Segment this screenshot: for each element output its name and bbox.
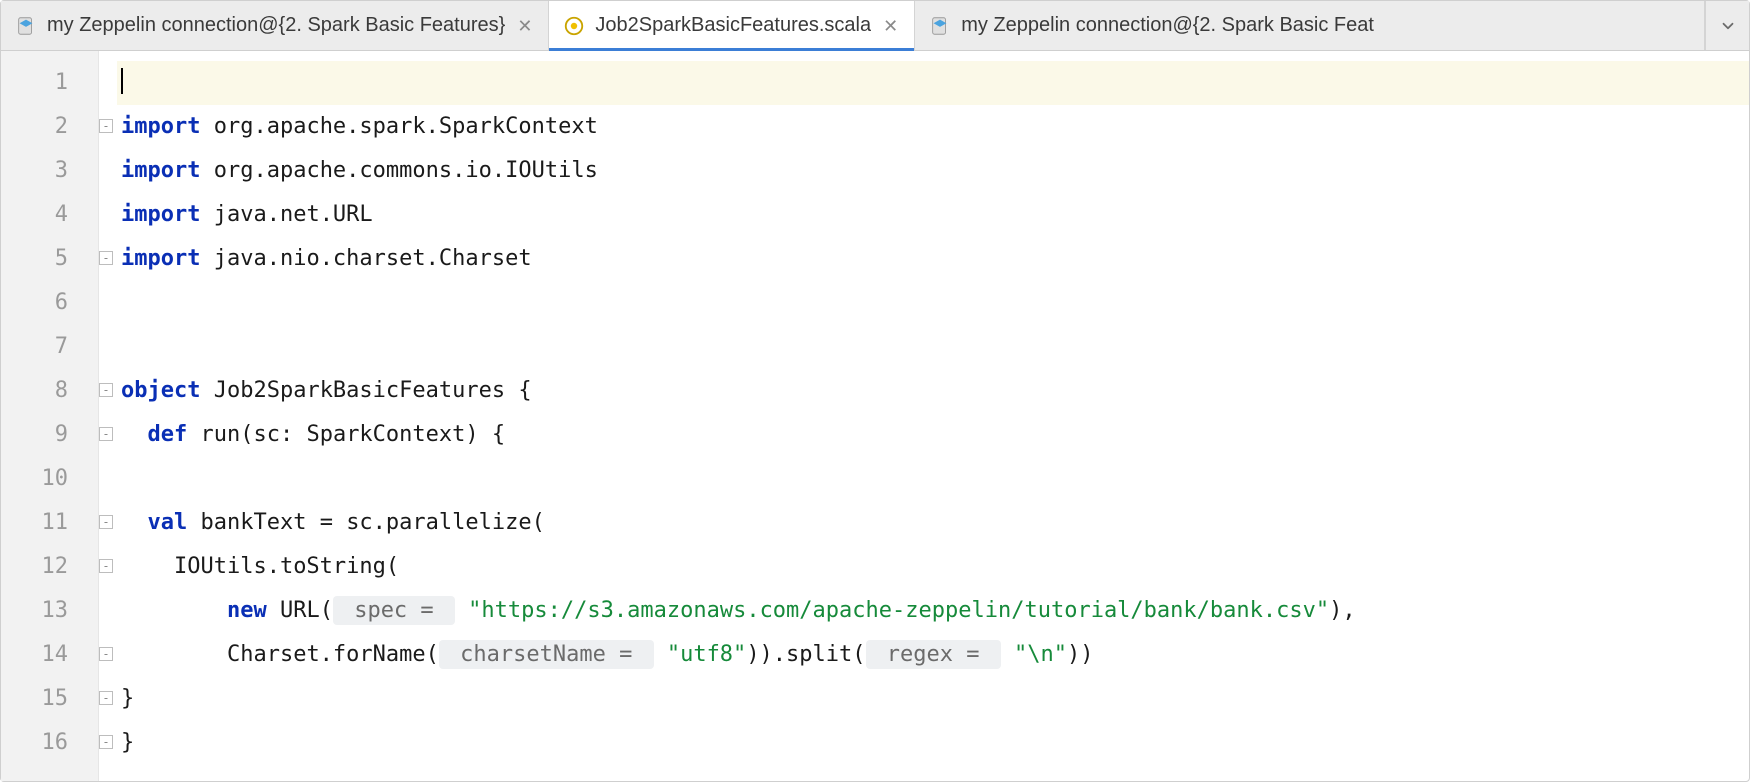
line-number: 15 xyxy=(1,677,98,721)
code-area[interactable]: import org.apache.spark.SparkContext imp… xyxy=(117,51,1749,781)
parameter-hint: regex = xyxy=(866,640,1001,669)
scala-file-icon xyxy=(563,15,585,37)
code-line[interactable] xyxy=(117,281,1749,325)
close-icon[interactable]: ✕ xyxy=(515,15,534,37)
code-line[interactable]: } xyxy=(117,677,1749,721)
line-number: 12 xyxy=(1,545,98,589)
code-line[interactable]: val bankText = sc.parallelize( xyxy=(117,501,1749,545)
line-number: 2 xyxy=(1,105,98,149)
line-number: 10 xyxy=(1,457,98,501)
code-line[interactable]: IOUtils.toString( xyxy=(117,545,1749,589)
line-number: 3 xyxy=(1,149,98,193)
line-number: 5 xyxy=(1,237,98,281)
tab-bar: my Zeppelin connection@{2. Spark Basic F… xyxy=(1,1,1749,51)
code-line[interactable]: Charset.forName( charsetName = "utf8")).… xyxy=(117,633,1749,677)
line-number: 11 xyxy=(1,501,98,545)
editor-tab-zeppelin-1[interactable]: my Zeppelin connection@{2. Spark Basic F… xyxy=(1,1,549,50)
code-line[interactable]: import java.net.URL xyxy=(117,193,1749,237)
editor-tab-scala-active[interactable]: Job2SparkBasicFeatures.scala ✕ xyxy=(549,1,915,50)
fold-toggle-icon[interactable]: - xyxy=(99,691,113,705)
line-number: 6 xyxy=(1,281,98,325)
fold-toggle-icon[interactable]: - xyxy=(99,735,113,749)
code-line[interactable]: object Job2SparkBasicFeatures { xyxy=(117,369,1749,413)
code-line[interactable] xyxy=(117,325,1749,369)
line-number-gutter: 12345678910111213141516 xyxy=(1,51,99,781)
line-number: 16 xyxy=(1,721,98,765)
tab-label: my Zeppelin connection@{2. Spark Basic F… xyxy=(961,14,1374,37)
fold-toggle-icon[interactable]: - xyxy=(99,647,113,661)
code-line[interactable]: new URL( spec = "https://s3.amazonaws.co… xyxy=(117,589,1749,633)
parameter-hint: spec = xyxy=(333,596,455,625)
ide-window: my Zeppelin connection@{2. Spark Basic F… xyxy=(0,0,1750,782)
code-line[interactable]: def run(sc: SparkContext) { xyxy=(117,413,1749,457)
code-line[interactable]: import org.apache.commons.io.IOUtils xyxy=(117,149,1749,193)
fold-toggle-icon[interactable]: - xyxy=(99,119,113,133)
line-number: 14 xyxy=(1,633,98,677)
parameter-hint: charsetName = xyxy=(439,640,654,669)
code-line[interactable] xyxy=(117,457,1749,501)
code-line[interactable]: } xyxy=(117,721,1749,765)
fold-toggle-icon[interactable]: - xyxy=(99,251,113,265)
fold-toggle-icon[interactable]: - xyxy=(99,427,113,441)
line-number: 4 xyxy=(1,193,98,237)
fold-toggle-icon[interactable]: - xyxy=(99,383,113,397)
text-caret xyxy=(121,68,123,94)
line-number: 8 xyxy=(1,369,98,413)
fold-column: - - - - - - - - - xyxy=(99,51,117,781)
close-icon[interactable]: ✕ xyxy=(881,15,900,37)
line-number: 9 xyxy=(1,413,98,457)
code-line[interactable]: import java.nio.charset.Charset xyxy=(117,237,1749,281)
fold-toggle-icon[interactable]: - xyxy=(99,559,113,573)
tab-label: my Zeppelin connection@{2. Spark Basic F… xyxy=(47,14,505,37)
tabs-overflow-button[interactable] xyxy=(1705,1,1749,50)
zeppelin-icon xyxy=(929,15,951,37)
line-number: 7 xyxy=(1,325,98,369)
code-editor[interactable]: 12345678910111213141516 --------- import… xyxy=(1,51,1749,781)
editor-tab-zeppelin-2[interactable]: my Zeppelin connection@{2. Spark Basic F… xyxy=(915,1,1705,50)
code-line[interactable] xyxy=(117,61,1749,105)
tab-label: Job2SparkBasicFeatures.scala xyxy=(595,14,871,37)
zeppelin-icon xyxy=(15,15,37,37)
fold-toggle-icon[interactable]: - xyxy=(99,515,113,529)
line-number: 13 xyxy=(1,589,98,633)
line-number: 1 xyxy=(1,61,98,105)
code-line[interactable]: import org.apache.spark.SparkContext xyxy=(117,105,1749,149)
